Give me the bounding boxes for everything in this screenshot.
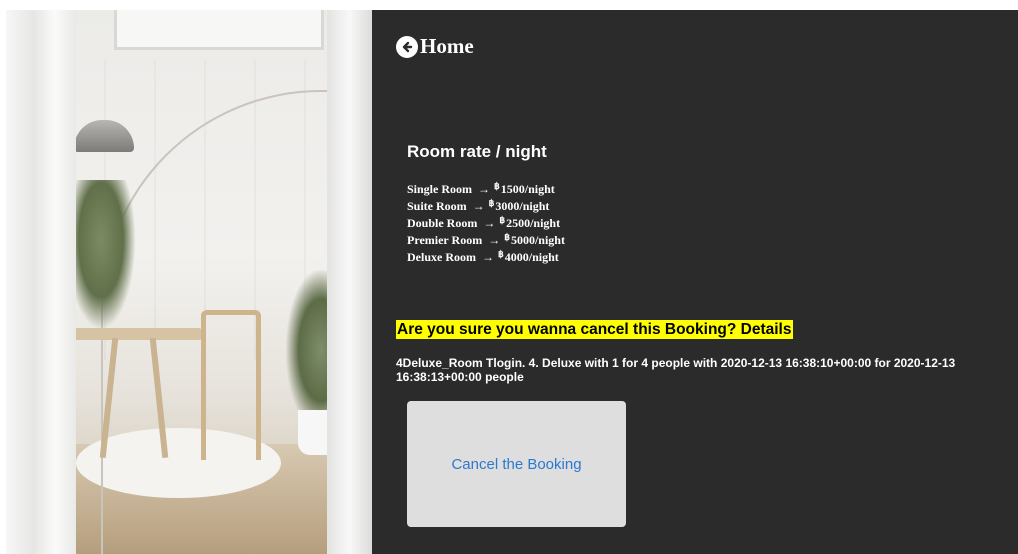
room-price: 1500/night — [500, 182, 555, 196]
cancel-booking-button[interactable]: Cancel the Booking — [407, 401, 626, 527]
window-frame — [114, 10, 324, 50]
baht-icon: ฿ — [499, 215, 506, 225]
baht-icon: ฿ — [504, 232, 510, 242]
baht-icon: ฿ — [488, 198, 495, 208]
home-link[interactable]: Home — [396, 34, 474, 59]
curtain-right — [327, 10, 372, 554]
room-name: Deluxe Room — [407, 250, 476, 264]
arrow-right-icon: → — [472, 199, 485, 213]
room-name: Single Room — [407, 182, 473, 196]
booking-panel: Home Room rate / night Single Room → ฿ 1… — [372, 10, 1018, 554]
room-rate-list: Single Room → ฿ 1500/night Suite Room → … — [407, 181, 565, 266]
table-icon — [64, 328, 204, 340]
plant-icon — [66, 180, 136, 330]
arrow-right-icon: → — [483, 216, 496, 230]
arrow-right-icon: → — [482, 250, 494, 264]
room-photo — [6, 10, 372, 554]
rate-item: Single Room → ฿ 1500/night — [407, 181, 565, 198]
room-name: Suite Room — [407, 199, 467, 213]
room-rate-title: Room rate / night — [407, 142, 547, 161]
booking-details: 4Deluxe_Room Tlogin. 4. Deluxe with 1 fo… — [396, 356, 956, 384]
arrow-left-circle-icon — [396, 35, 418, 58]
home-label: Home — [420, 34, 474, 58]
room-price: 2500/night — [506, 216, 561, 230]
room-name: Double Room — [407, 216, 478, 230]
curtain-left — [6, 10, 76, 554]
room-price: 5000/night — [510, 233, 565, 247]
baht-icon: ฿ — [494, 181, 500, 191]
rate-item: Premier Room → ฿ 5000/night — [407, 232, 565, 249]
room-name: Premier Room — [407, 233, 483, 247]
rate-item: Deluxe Room → ฿ 4000/night — [407, 249, 565, 266]
room-price: 4000/night — [504, 250, 559, 264]
baht-icon: ฿ — [498, 249, 504, 259]
cancel-confirmation-question: Are you sure you wanna cancel this Booki… — [396, 320, 793, 339]
page: Home Room rate / night Single Room → ฿ 1… — [0, 0, 1018, 554]
rate-item: Double Room → ฿ 2500/night — [407, 215, 565, 232]
rate-item: Suite Room → ฿ 3000/night — [407, 198, 565, 215]
chair-icon — [201, 310, 261, 460]
